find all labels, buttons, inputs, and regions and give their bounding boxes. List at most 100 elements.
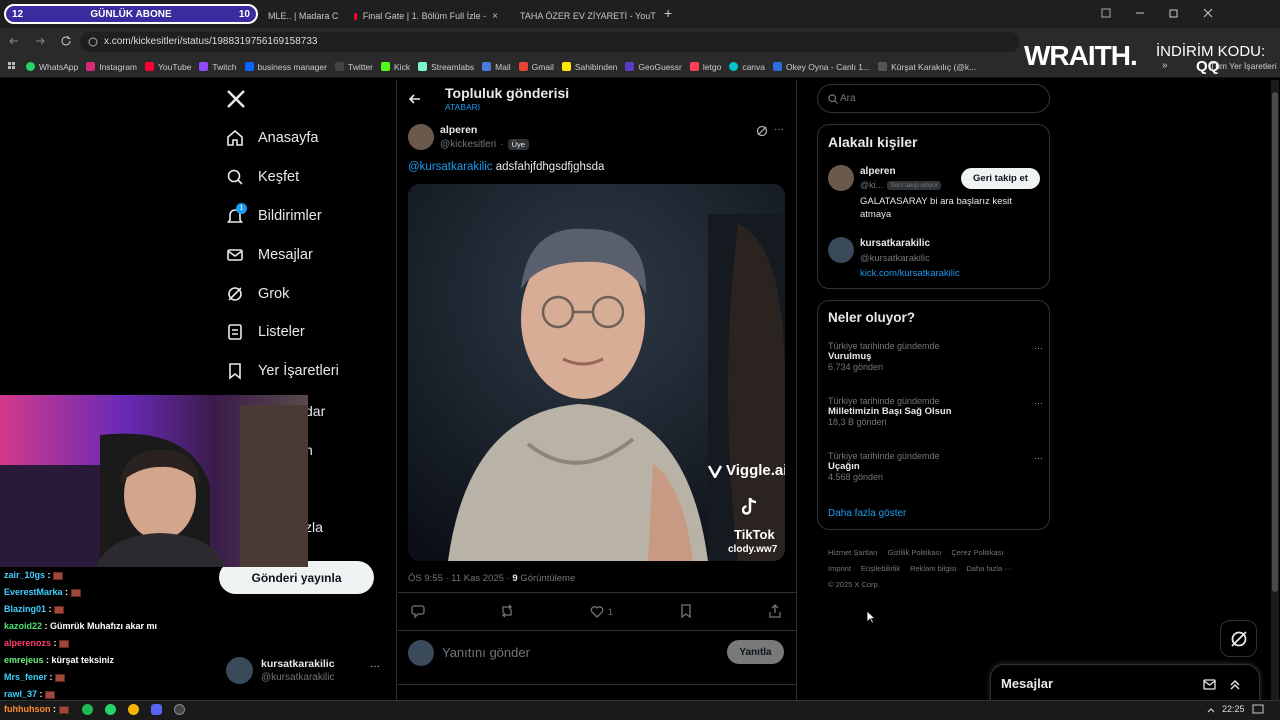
bookmark-business-manager[interactable]: business manager — [244, 62, 327, 72]
notification-center-icon[interactable] — [1252, 704, 1264, 715]
author-handle[interactable]: @kickesitleri — [440, 139, 496, 150]
post-menu-icon[interactable]: ··· — [774, 124, 784, 135]
trend-item[interactable]: Türkiye tarihinde gündemde Milletimizin … — [828, 396, 1043, 427]
person-link[interactable]: kick.com/kursatkarakilic — [860, 268, 960, 279]
forward-icon[interactable] — [34, 35, 46, 47]
footer-link[interactable]: Imprint — [828, 561, 851, 577]
apps-grid-icon[interactable] — [8, 61, 18, 72]
browser-tab[interactable]: Final Gate | 1. Bölüm Full İzle - × — [346, 4, 506, 28]
list-icon — [226, 323, 244, 341]
emote-icon — [54, 605, 65, 614]
emote-icon — [45, 690, 56, 699]
reply-input[interactable]: Yanıtını gönder — [442, 645, 530, 660]
extension-icon[interactable] — [1100, 7, 1112, 19]
x-logo-icon[interactable] — [226, 89, 246, 109]
repost-icon[interactable] — [500, 604, 514, 620]
share-icon[interactable] — [768, 604, 782, 620]
chevron-up-icon[interactable] — [1228, 677, 1242, 691]
bookmark-letgo[interactable]: letgo — [689, 62, 721, 72]
spotify-icon[interactable] — [82, 704, 93, 715]
nav-notifications[interactable]: 1 Bildirimler — [226, 203, 322, 228]
trend-item[interactable]: Türkiye tarihinde gündemde Vurulmuş 6.73… — [828, 341, 1043, 372]
browser-tab[interactable]: TAHA ÖZER EV ZİYARETİ - YouT× — [506, 4, 656, 28]
bookmark-whatsapp[interactable]: WhatsApp — [26, 62, 78, 72]
new-message-icon[interactable] — [1203, 677, 1217, 691]
nav-lists[interactable]: Listeler — [226, 320, 305, 344]
account-menu-icon[interactable]: ··· — [370, 661, 380, 672]
trend-menu-icon[interactable]: ··· — [1034, 398, 1043, 408]
obs-icon[interactable] — [174, 704, 185, 715]
reload-icon[interactable] — [60, 35, 72, 47]
bookmark-geoguessr[interactable]: GeoGuessr — [625, 62, 682, 72]
reply-icon[interactable] — [411, 604, 425, 620]
messages-drawer[interactable]: Mesajlar — [990, 664, 1260, 704]
avatar[interactable] — [828, 165, 854, 191]
trend-context: Türkiye tarihinde gündemde — [828, 396, 940, 406]
grok-icon[interactable] — [756, 125, 768, 137]
footer-link[interactable]: Hizmet Şartları — [828, 545, 878, 561]
bookmark-streamlabs[interactable]: Streamlabs — [418, 62, 474, 72]
bookmark-mail[interactable]: Mail — [482, 62, 511, 72]
follow-back-button[interactable]: Geri takip et — [961, 168, 1040, 189]
footer-link[interactable]: Erişilebilirlik — [861, 561, 900, 577]
bookmark-gmail[interactable]: Gmail — [518, 62, 554, 72]
bookmark-twitter[interactable]: Twitter — [334, 62, 373, 72]
browser-tab[interactable]: MLE.. | Madara C× — [260, 4, 344, 28]
promo-code: QQ — [1196, 58, 1220, 75]
new-tab-button[interactable]: + — [664, 5, 672, 21]
trend-item[interactable]: Türkiye tarihinde gündemde Uçağın 4.568 … — [828, 451, 1043, 482]
nav-explore[interactable]: Keşfet — [226, 165, 299, 189]
nav-messages[interactable]: Mesajlar — [226, 243, 313, 267]
footer-link[interactable]: Gizlilik Politikası — [888, 545, 942, 561]
bookmark-canva[interactable]: canva — [729, 62, 765, 72]
back-arrow-icon[interactable] — [408, 92, 422, 106]
whatsapp-icon[interactable] — [105, 704, 116, 715]
discord-icon[interactable] — [151, 704, 162, 715]
trend-menu-icon[interactable]: ··· — [1034, 343, 1043, 353]
chrome-icon[interactable] — [128, 704, 139, 715]
bookmark-okey[interactable]: Okey Oyna - Canlı 1... — [773, 62, 870, 72]
minimize-icon[interactable] — [1134, 7, 1146, 19]
nav-label: Listeler — [258, 324, 305, 340]
follows-you-badge: Seni takip ediyor — [887, 180, 942, 190]
nav-grok[interactable]: Grok — [226, 282, 289, 306]
community-name[interactable]: ATABARI — [445, 102, 480, 112]
avatar[interactable] — [828, 237, 854, 263]
close-window-icon[interactable] — [1202, 7, 1214, 19]
tab-close-icon[interactable]: × — [492, 11, 498, 22]
show-more-link[interactable]: Daha fazla göster — [828, 508, 906, 519]
site-info-icon[interactable] — [88, 37, 98, 47]
author-name[interactable]: alperen — [440, 124, 477, 136]
url-input[interactable]: x.com/kickesitleri/status/19883197561691… — [80, 32, 1020, 52]
bookmark-youtube[interactable]: YouTube — [145, 62, 191, 72]
nav-home[interactable]: Anasayfa — [226, 126, 318, 150]
bookmark-sahibinden[interactable]: Sahibinden — [561, 62, 617, 72]
footer-link[interactable]: Çerez Politikası — [951, 545, 1003, 561]
footer-link[interactable]: Daha fazla ··· — [966, 561, 1011, 577]
search-box[interactable]: Ara — [817, 84, 1050, 113]
post-video[interactable]: Viggle.ai TikTok clody.ww7 — [408, 184, 785, 561]
bell-icon: 1 — [226, 203, 247, 225]
author-avatar[interactable] — [408, 124, 434, 150]
trend-menu-icon[interactable]: ··· — [1034, 453, 1043, 463]
grok-fab[interactable] — [1220, 620, 1257, 657]
bookmark-icon[interactable] — [679, 604, 693, 620]
scrollbar-thumb[interactable] — [1272, 92, 1278, 592]
scrollbar[interactable] — [1271, 80, 1279, 700]
page-title: Topluluk gönderisi — [445, 85, 570, 101]
like-button[interactable]: 1 — [590, 604, 613, 620]
bookmark-kursat[interactable]: Kürşat Karakılıç (@k... — [878, 62, 976, 72]
person-name[interactable]: kursatkarakilic — [860, 238, 930, 249]
bookmark-twitch[interactable]: Twitch — [199, 62, 237, 72]
tray-chevron-icon[interactable] — [1206, 705, 1216, 715]
bookmark-instagram[interactable]: Instagram — [86, 62, 137, 72]
mention-link[interactable]: @kursatkarakilic — [408, 161, 493, 173]
footer-link[interactable]: Reklam bilgisi — [910, 561, 956, 577]
bookmark-kick[interactable]: Kick — [381, 62, 410, 72]
reply-button[interactable]: Yanıtla — [727, 640, 784, 664]
account-switcher[interactable]: kursatkarakilic @kursatkarakilic ··· — [226, 656, 386, 686]
person-name[interactable]: alperen — [860, 166, 896, 177]
back-icon[interactable] — [8, 35, 20, 47]
nav-bookmarks[interactable]: Yer İşaretleri — [226, 359, 339, 383]
restore-icon[interactable] — [1168, 7, 1180, 19]
